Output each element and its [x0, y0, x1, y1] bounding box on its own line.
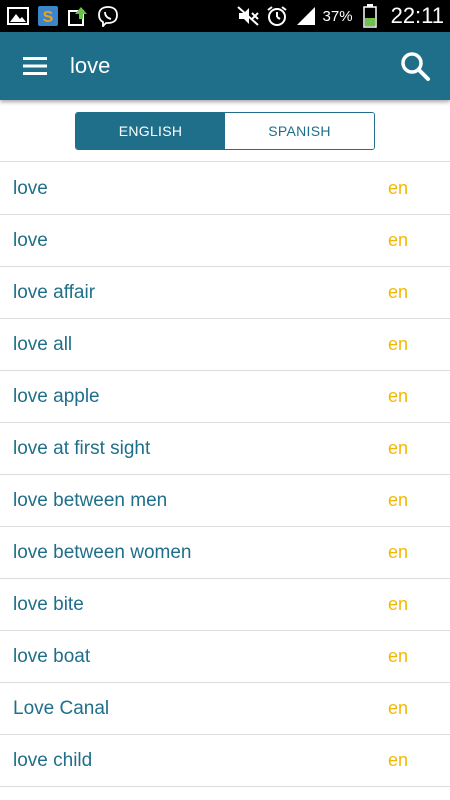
list-item-term: love — [13, 229, 48, 251]
list-item-term: love child — [13, 749, 93, 771]
language-segmented-control: ENGLISH SPANISH — [75, 111, 375, 150]
list-item[interactable]: love affair en — [0, 267, 450, 319]
list-item[interactable]: love boat en — [0, 631, 450, 683]
list-item-lang: en — [387, 282, 408, 302]
list-item-lang: en — [387, 334, 408, 354]
list-item[interactable]: love bite en — [0, 579, 450, 631]
list-item-term: love boat — [13, 645, 91, 667]
list-item-lang: en — [387, 490, 408, 510]
list-item[interactable]: love between men en — [0, 475, 450, 527]
tab-spanish[interactable]: SPANISH — [225, 112, 374, 149]
mute-icon — [236, 4, 260, 28]
list-item-lang: en — [387, 542, 408, 562]
list-item-lang: en — [387, 594, 408, 614]
hamburger-menu-icon — [23, 57, 47, 75]
list-item-lang: en — [387, 698, 408, 718]
upload-icon — [66, 4, 90, 28]
list-item[interactable]: Love Canal en — [0, 683, 450, 735]
list-item[interactable]: love apple en — [0, 371, 450, 423]
list-item-term: love at first sight — [13, 437, 151, 459]
alarm-icon — [265, 4, 289, 28]
status-left-icons: S — [6, 4, 120, 28]
list-item[interactable]: love en — [0, 215, 450, 267]
list-item[interactable]: love child en — [0, 735, 450, 787]
gallery-icon — [6, 4, 30, 28]
language-selector-area: ENGLISH SPANISH — [0, 100, 450, 162]
list-item-lang: en — [387, 646, 408, 666]
list-item-term: love between men — [13, 489, 168, 511]
viber-icon — [96, 4, 120, 28]
search-button[interactable] — [380, 32, 450, 100]
status-clock: 22:11 — [390, 3, 444, 28]
list-item-lang: en — [387, 386, 408, 406]
list-item-term: love affair — [13, 281, 96, 303]
list-item[interactable]: love all en — [0, 319, 450, 371]
battery-percentage: 37% — [322, 7, 353, 25]
app-s-icon: S — [36, 4, 60, 28]
list-item[interactable]: love en — [0, 163, 450, 215]
list-item-lang: en — [387, 230, 408, 250]
status-right-icons: 37% 22:11 — [236, 3, 444, 29]
app-bar: love — [0, 32, 450, 100]
list-item-term: love all — [13, 333, 73, 355]
signal-icon — [294, 4, 318, 28]
list-item-term: love apple — [13, 385, 100, 407]
list-item-lang: en — [387, 750, 408, 770]
search-query-title[interactable]: love — [70, 53, 110, 79]
list-item-term: love between women — [13, 541, 192, 563]
list-item-lang: en — [387, 438, 408, 458]
list-item-term: love bite — [13, 593, 84, 615]
status-bar: S 37% 22:11 — [0, 0, 450, 32]
list-item[interactable]: love between women en — [0, 527, 450, 579]
results-list: love en love en love affair en love all … — [0, 163, 450, 787]
battery-icon — [358, 4, 382, 28]
tab-english[interactable]: ENGLISH — [76, 112, 225, 149]
search-icon — [401, 52, 430, 81]
svg-text:S: S — [43, 9, 54, 26]
list-item-lang: en — [387, 178, 408, 198]
list-item-term: love — [13, 177, 48, 199]
list-item[interactable]: love at first sight en — [0, 423, 450, 475]
list-item-term: Love Canal — [13, 697, 110, 719]
menu-button[interactable] — [0, 32, 70, 100]
